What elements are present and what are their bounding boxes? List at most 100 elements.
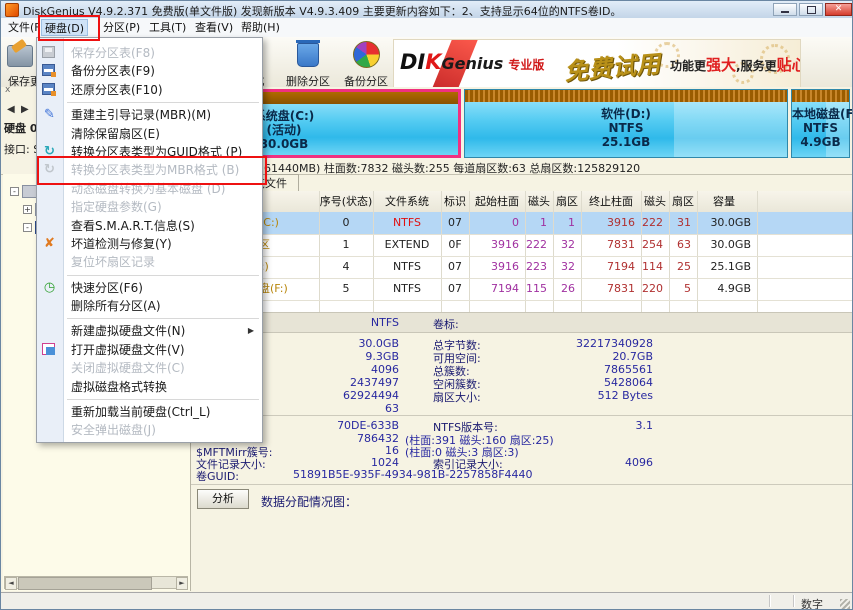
partition-block-d[interactable]: 软件(D:) NTFS 25.1GB (464, 89, 788, 158)
disk-node-icon (22, 185, 37, 198)
numlock-indicator: 数字 (801, 596, 823, 610)
cell-start-head: 1 (525, 212, 547, 234)
table-row[interactable]: 扩展分区 1 EXTEND 0F 3916 222 32 7831 254 63… (191, 234, 852, 256)
tree-expand-icon[interactable]: - (10, 187, 19, 196)
cell-seq: 0 (319, 212, 373, 234)
close-icon: ✕ (835, 4, 843, 14)
col-capacity[interactable]: 容量 (697, 191, 751, 212)
restore-icon (42, 83, 55, 95)
col-start-sec[interactable]: 扇区 (553, 191, 581, 212)
table-row[interactable]: 系统盘(C:) 0 NTFS 07 0 1 1 3916 222 31 30.0… (191, 212, 852, 234)
menu-item-rebuild-mbr[interactable]: ✎重建主引导记录(MBR)(M) (37, 106, 262, 124)
col-end-sec[interactable]: 扇区 (669, 191, 697, 212)
col-start-head[interactable]: 磁头 (525, 191, 553, 212)
menu-item-new-vdisk[interactable]: 新建虚拟硬盘文件(N)▶ (37, 322, 262, 340)
backup-partition-icon[interactable] (353, 41, 380, 68)
col-start-cyl[interactable]: 起始柱面 (469, 191, 525, 212)
next-disk-arrow-icon[interactable]: ▶ (21, 104, 29, 115)
cell-start-cyl: 0 (469, 212, 519, 234)
tree-hscrollbar[interactable]: ◄ ► (4, 576, 188, 589)
gridline (641, 191, 642, 312)
menu-item-quick-partition[interactable]: ◷快速分区(F6) (37, 279, 262, 297)
cell-capacity: 30.0GB (697, 234, 751, 256)
cell-start-sec: 26 (553, 278, 575, 300)
partition-block-f[interactable]: 本地磁盘(F:) NTFS 4.9GB (791, 89, 850, 158)
partition-f-size: 4.9GB (792, 135, 849, 149)
menubar-partition[interactable]: 分区(P) (100, 19, 143, 36)
info-left-value: 9.3GB (251, 350, 399, 363)
scrollbar-thumb[interactable] (18, 577, 152, 590)
window-title: DiskGenius V4.9.2.371 免费版(单文件版) 发现新版本 V4… (23, 3, 763, 19)
minimize-button[interactable] (773, 3, 797, 16)
panel-close-icon[interactable]: x (5, 85, 10, 95)
gridline (581, 191, 582, 312)
partition-d-size: 25.1GB (465, 135, 787, 149)
menu-item-reload-disk[interactable]: 重新加载当前硬盘(Ctrl_L) (37, 403, 262, 421)
info-right-value: 5428064 (501, 376, 653, 389)
banner-edition: 专业版 (508, 58, 544, 72)
menu-separator (37, 99, 262, 106)
col-end-head[interactable]: 磁头 (641, 191, 669, 212)
status-bar (1, 592, 853, 610)
gridline (525, 191, 526, 312)
col-end-cyl[interactable]: 终止柱面 (581, 191, 641, 212)
menu-item-backup-ptable[interactable]: 备份分区表(F9) (37, 62, 262, 80)
gridline (669, 191, 670, 312)
menubar-help[interactable]: 帮助(H) (238, 19, 283, 36)
cell-start-head: 223 (525, 256, 547, 278)
info-left-value: 2437497 (251, 376, 399, 389)
backup-icon (42, 64, 55, 76)
menu-item-open-vdisk[interactable]: 打开虚拟硬盘文件(V) (37, 341, 262, 359)
cell-seq: 4 (319, 256, 373, 278)
menu-item-save-ptable: 保存分区表(F8) (37, 44, 262, 62)
close-button[interactable]: ✕ (825, 3, 852, 16)
title-bar[interactable]: DiskGenius V4.9.2.371 免费版(单文件版) 发现新版本 V4… (1, 1, 853, 19)
cell-id: 07 (441, 278, 469, 300)
cell-capacity: 4.9GB (697, 278, 751, 300)
status-separator (769, 595, 771, 607)
scroll-left-icon[interactable]: ◄ (5, 577, 17, 590)
partition-header-strip (792, 90, 849, 102)
menubar-tools[interactable]: 工具(T) (146, 19, 189, 36)
tree-expand-icon[interactable]: - (23, 223, 32, 232)
col-id[interactable]: 标识 (441, 191, 469, 212)
diskgenius-window: DiskGenius V4.9.2.371 免费版(单文件版) 发现新版本 V4… (0, 0, 853, 610)
menu-item-vdisk-convert[interactable]: 虚拟磁盘格式转换 (37, 378, 262, 396)
cell-end-cyl: 7831 (581, 234, 635, 256)
table-row[interactable]: 软件(D:) 4 NTFS 07 3916 223 32 7194 114 25… (191, 256, 852, 278)
table-row[interactable]: 本地磁盘(F:) 5 NTFS 07 7194 115 26 7831 220 … (191, 278, 852, 300)
logo-text: DI (400, 50, 425, 74)
menu-item-delete-all[interactable]: 删除所有分区(A) (37, 297, 262, 315)
partition-d-name: 软件(D:) (465, 107, 787, 121)
tree-expand-icon[interactable]: + (23, 205, 32, 214)
save-changes-icon[interactable] (7, 45, 33, 67)
analyze-button[interactable]: 分析 (197, 489, 249, 509)
menu-item-restore-ptable[interactable]: 还原分区表(F10) (37, 81, 262, 99)
app-icon (5, 3, 19, 17)
status-separator (793, 595, 795, 607)
divider (191, 415, 852, 416)
cell-fs: NTFS (373, 278, 441, 300)
allocation-map-label: 数据分配情况图： (261, 493, 357, 510)
banner-logo: DIKGenius 专业版 (400, 50, 544, 74)
info-left-value: 63 (251, 402, 399, 415)
partition-d-text: 软件(D:) NTFS 25.1GB (465, 107, 787, 149)
col-seq[interactable]: 序号(状态) (319, 191, 373, 212)
cell-end-head: 222 (641, 212, 663, 234)
scroll-right-icon[interactable]: ► (176, 577, 188, 590)
cell-end-sec: 63 (669, 234, 691, 256)
menubar-view[interactable]: 查看(V) (192, 19, 236, 36)
maximize-button[interactable] (799, 3, 823, 16)
promo-banner[interactable]: DIKGenius 专业版 免费试用 功能更强大,服务更贴心 (393, 39, 801, 88)
cell-id: 07 (441, 212, 469, 234)
resize-grip[interactable] (840, 599, 850, 609)
menu-item-smart-info[interactable]: 查看S.M.A.R.T.信息(S) (37, 217, 262, 235)
col-fs[interactable]: 文件系统 (373, 191, 441, 212)
partition-f-name: 本地磁盘(F:) (792, 107, 849, 121)
cell-end-head: 220 (641, 278, 663, 300)
menu-item-bad-track[interactable]: ✘坏道检测与修复(Y) (37, 235, 262, 253)
menu-item-clear-reserved[interactable]: 清除保留扇区(E) (37, 125, 262, 143)
prev-disk-arrow-icon[interactable]: ◀ (7, 104, 15, 115)
info-right-value: 20.7GB (501, 350, 653, 363)
delete-partition-icon[interactable] (297, 43, 319, 67)
